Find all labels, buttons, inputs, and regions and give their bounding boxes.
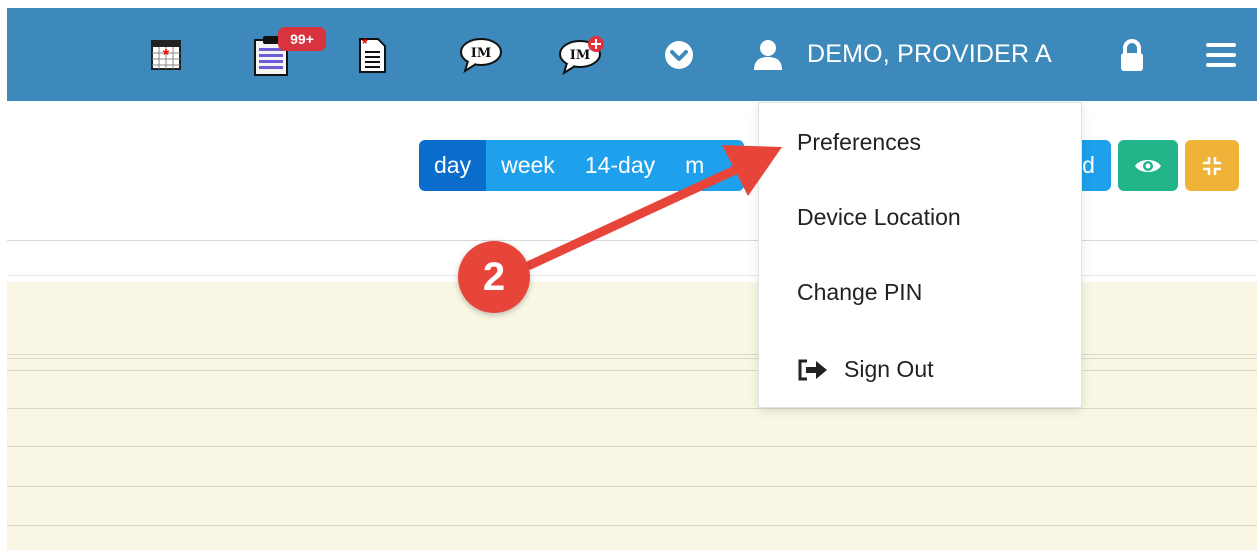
step-number-badge: 2 bbox=[458, 241, 530, 313]
callout-arrow bbox=[525, 145, 782, 270]
